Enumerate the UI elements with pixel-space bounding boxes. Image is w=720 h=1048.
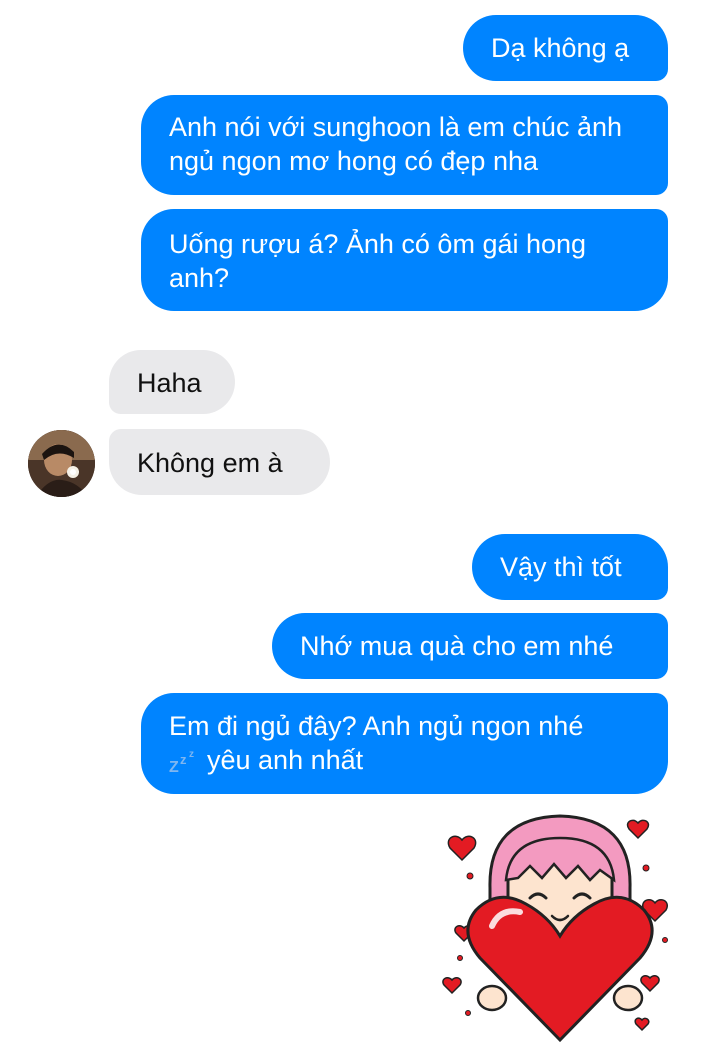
message-incoming-2[interactable]: Không em à bbox=[109, 429, 330, 495]
message-outgoing-6[interactable]: Em đi ngủ đây? Anh ngủ ngon nhé Z z z yê… bbox=[141, 693, 668, 794]
message-text-line-2: Z z z yêu anh nhất bbox=[169, 743, 640, 777]
message-text: Uống rượu á? Ảnh có ôm gái hong anh? bbox=[169, 229, 587, 293]
sleeping-zzz-icon: Z z z bbox=[169, 749, 194, 775]
message-outgoing-3[interactable]: Uống rượu á? Ảnh có ôm gái hong anh? bbox=[141, 209, 668, 311]
svg-text:z: z bbox=[180, 752, 187, 767]
girl-hugging-heart-sticker-icon bbox=[442, 814, 668, 1043]
message-outgoing-2[interactable]: Anh nói với sunghoon là em chúc ảnh ngủ … bbox=[141, 95, 668, 195]
contact-avatar[interactable] bbox=[28, 430, 95, 497]
message-text: yêu anh nhất bbox=[207, 745, 364, 775]
message-outgoing-4[interactable]: Vậy thì tốt bbox=[472, 534, 668, 600]
svg-text:z: z bbox=[189, 749, 194, 760]
message-text: Haha bbox=[137, 368, 202, 398]
message-text: Vậy thì tốt bbox=[500, 552, 622, 582]
message-incoming-1[interactable]: Haha bbox=[109, 350, 235, 414]
avatar-photo-icon bbox=[28, 430, 95, 497]
message-text: Dạ không ạ bbox=[491, 33, 630, 63]
message-text: Nhớ mua quà cho em nhé bbox=[300, 631, 614, 661]
message-outgoing-5[interactable]: Nhớ mua quà cho em nhé bbox=[272, 613, 668, 679]
message-text: Không em à bbox=[137, 448, 283, 478]
sticker-girl-hugging-heart[interactable] bbox=[440, 808, 680, 1043]
message-text-line-1: Em đi ngủ đây? Anh ngủ ngon nhé bbox=[169, 711, 584, 741]
message-outgoing-1[interactable]: Dạ không ạ bbox=[463, 15, 668, 81]
svg-text:Z: Z bbox=[169, 759, 179, 775]
message-text: Anh nói với sunghoon là em chúc ảnh ngủ … bbox=[169, 112, 623, 176]
